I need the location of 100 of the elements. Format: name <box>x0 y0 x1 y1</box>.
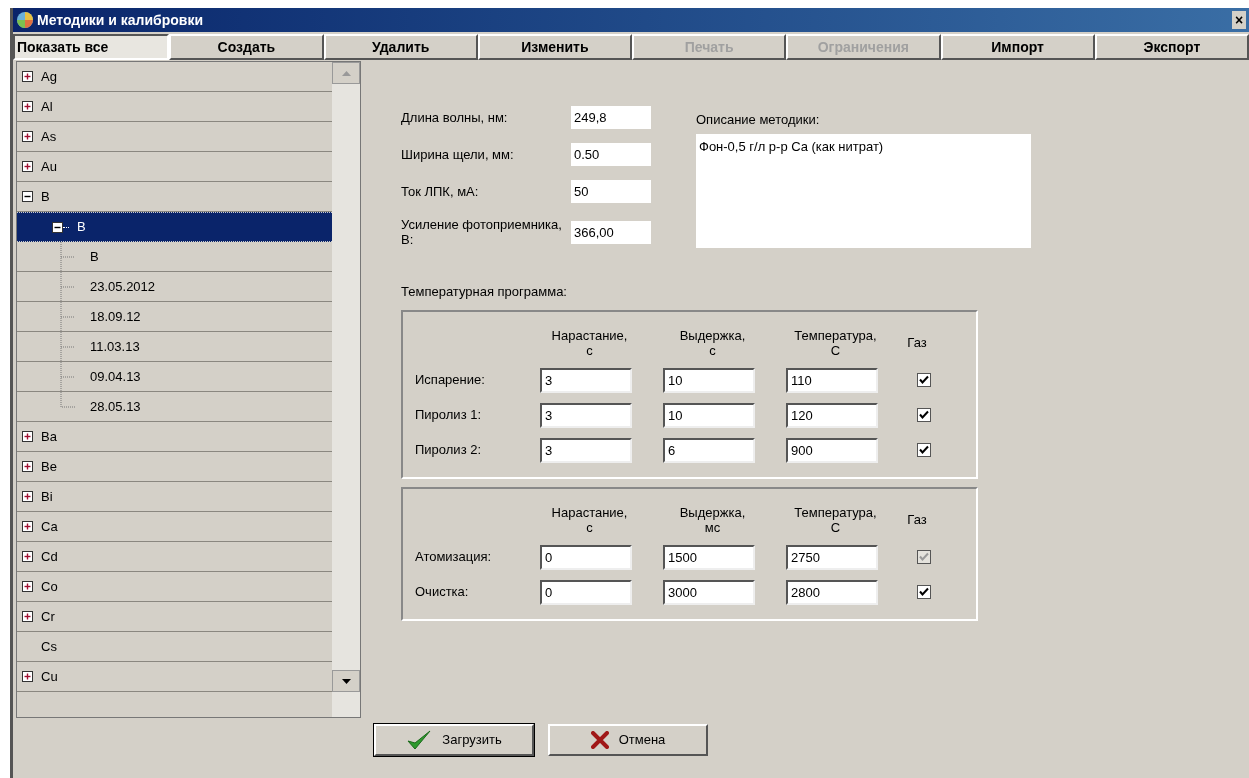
collapse-icon[interactable] <box>52 221 63 233</box>
input-field[interactable]: 366,00 <box>571 220 651 244</box>
column-heading: с <box>709 342 716 358</box>
expand-icon[interactable] <box>22 71 33 82</box>
tree-item[interactable]: 18.09.12 <box>90 306 141 327</box>
tree-item[interactable]: Be <box>41 456 57 477</box>
tree-item[interactable]: Cu <box>41 666 58 687</box>
input-field[interactable]: 6 <box>663 437 755 463</box>
column-heading: Газ <box>907 335 927 350</box>
tree-item[interactable]: Bi <box>41 486 53 507</box>
expand-icon[interactable] <box>22 611 33 622</box>
expand-icon[interactable] <box>22 671 33 682</box>
input-field[interactable]: 249,8 <box>571 106 651 129</box>
checkbox[interactable] <box>917 443 931 457</box>
tree-connector-icon <box>60 301 76 332</box>
input-field[interactable]: 10 <box>663 402 755 428</box>
checkmark-icon <box>406 729 433 751</box>
toolbar-button[interactable]: Создать <box>169 34 324 60</box>
input-field[interactable]: 0.50 <box>571 143 651 166</box>
input-field[interactable]: 2750 <box>786 544 878 570</box>
checkbox[interactable] <box>917 408 931 422</box>
cancel-button[interactable]: Отмена <box>548 724 708 756</box>
tree-item[interactable]: 28.05.13 <box>90 396 141 417</box>
tree-item[interactable]: 11.03.13 <box>90 336 140 357</box>
load-button[interactable]: Загрузить <box>374 724 534 756</box>
tree-item[interactable]: As <box>41 126 57 147</box>
input-field[interactable]: 0 <box>540 544 632 570</box>
expand-icon[interactable] <box>22 551 33 562</box>
scrollbar[interactable] <box>332 62 360 717</box>
toolbar-button[interactable]: Импорт <box>940 34 1095 60</box>
section-label: Температурная программа: <box>401 283 568 301</box>
tree-item[interactable]: B <box>41 186 50 207</box>
input-field[interactable]: 110 <box>786 367 878 393</box>
expand-icon[interactable] <box>22 101 33 112</box>
column-heading: с <box>586 342 593 358</box>
tree-item[interactable]: 23.05.2012 <box>90 276 156 297</box>
toolbar-button[interactable]: Экспорт <box>1094 34 1249 60</box>
tree-item[interactable]: Cr <box>41 606 55 627</box>
row-label: Пиролиз 2: <box>415 441 483 460</box>
tree-connector-icon <box>60 331 76 362</box>
input-field[interactable]: 3 <box>540 437 632 463</box>
row-label: Испарение: <box>415 371 486 390</box>
field-label: Ширина щели, мм: <box>401 147 515 162</box>
tree-item[interactable]: Au <box>41 156 57 177</box>
input-field[interactable]: 900 <box>786 437 878 463</box>
checkbox[interactable] <box>917 373 931 387</box>
collapse-icon[interactable] <box>22 191 33 202</box>
input-field[interactable]: 1500 <box>663 544 755 570</box>
column-heading: мс <box>704 519 721 535</box>
tree-item[interactable]: Ba <box>41 426 57 447</box>
input-field[interactable]: 3 <box>540 367 632 393</box>
row-label: Пиролиз 1: <box>415 406 483 425</box>
input-field[interactable]: 50 <box>571 180 651 203</box>
tree-row-selected[interactable]: B <box>17 212 332 242</box>
expand-icon[interactable] <box>22 521 33 532</box>
close-icon <box>590 731 609 749</box>
expand-icon[interactable] <box>22 461 33 472</box>
close-button[interactable]: × <box>1232 11 1246 29</box>
expand-icon[interactable] <box>22 581 33 592</box>
column-heading: С <box>830 342 841 358</box>
column-heading: Нарастание, <box>551 327 628 343</box>
tree-item[interactable]: Cs <box>41 636 57 657</box>
expand-icon[interactable] <box>22 131 33 142</box>
checkbox[interactable] <box>917 585 931 599</box>
tree-item[interactable]: Ca <box>41 516 58 537</box>
tree-connector-icon <box>60 241 76 272</box>
column-heading: с <box>586 519 593 535</box>
column-heading: Нарастание, <box>551 504 628 520</box>
column-heading: С <box>830 519 841 535</box>
tree-item[interactable]: Ag <box>41 66 57 87</box>
description-field[interactable]: Фон-0,5 г/л р-р Ca (как нитрат) <box>696 134 1031 248</box>
input-field[interactable]: 3000 <box>663 579 755 605</box>
input-field[interactable]: 3 <box>540 402 632 428</box>
tree-connector-icon <box>60 271 76 302</box>
tree-item[interactable]: 09.04.13 <box>90 366 141 387</box>
column-heading: Газ <box>907 512 927 527</box>
tree-item[interactable]: Co <box>41 576 58 597</box>
tree-item[interactable]: Al <box>41 96 53 117</box>
expand-icon[interactable] <box>22 161 33 172</box>
input-field[interactable]: 10 <box>663 367 755 393</box>
tree-item[interactable]: B <box>90 246 99 267</box>
scroll-down-button[interactable] <box>332 670 360 692</box>
input-field[interactable]: 120 <box>786 402 878 428</box>
toolbar-button[interactable]: Удалить <box>323 34 478 60</box>
arrow-up-icon <box>341 70 351 76</box>
field-label: Ток ЛПК, мА: <box>401 184 480 199</box>
toolbar-button[interactable]: Показать все <box>13 34 170 60</box>
row-label: Атомизация: <box>415 548 493 567</box>
row-label: Очистка: <box>415 583 470 602</box>
column-heading: Выдержка, <box>679 504 746 520</box>
input-field[interactable]: 2800 <box>786 579 878 605</box>
description-label: Описание методики: <box>696 111 821 129</box>
column-heading: Выдержка, <box>679 327 746 343</box>
tree-item[interactable]: Cd <box>41 546 58 567</box>
arrow-down-icon <box>341 678 351 684</box>
expand-icon[interactable] <box>22 491 33 502</box>
input-field[interactable]: 0 <box>540 579 632 605</box>
expand-icon[interactable] <box>22 431 33 442</box>
tree-item[interactable]: B <box>77 217 86 237</box>
toolbar-button[interactable]: Изменить <box>477 34 632 60</box>
